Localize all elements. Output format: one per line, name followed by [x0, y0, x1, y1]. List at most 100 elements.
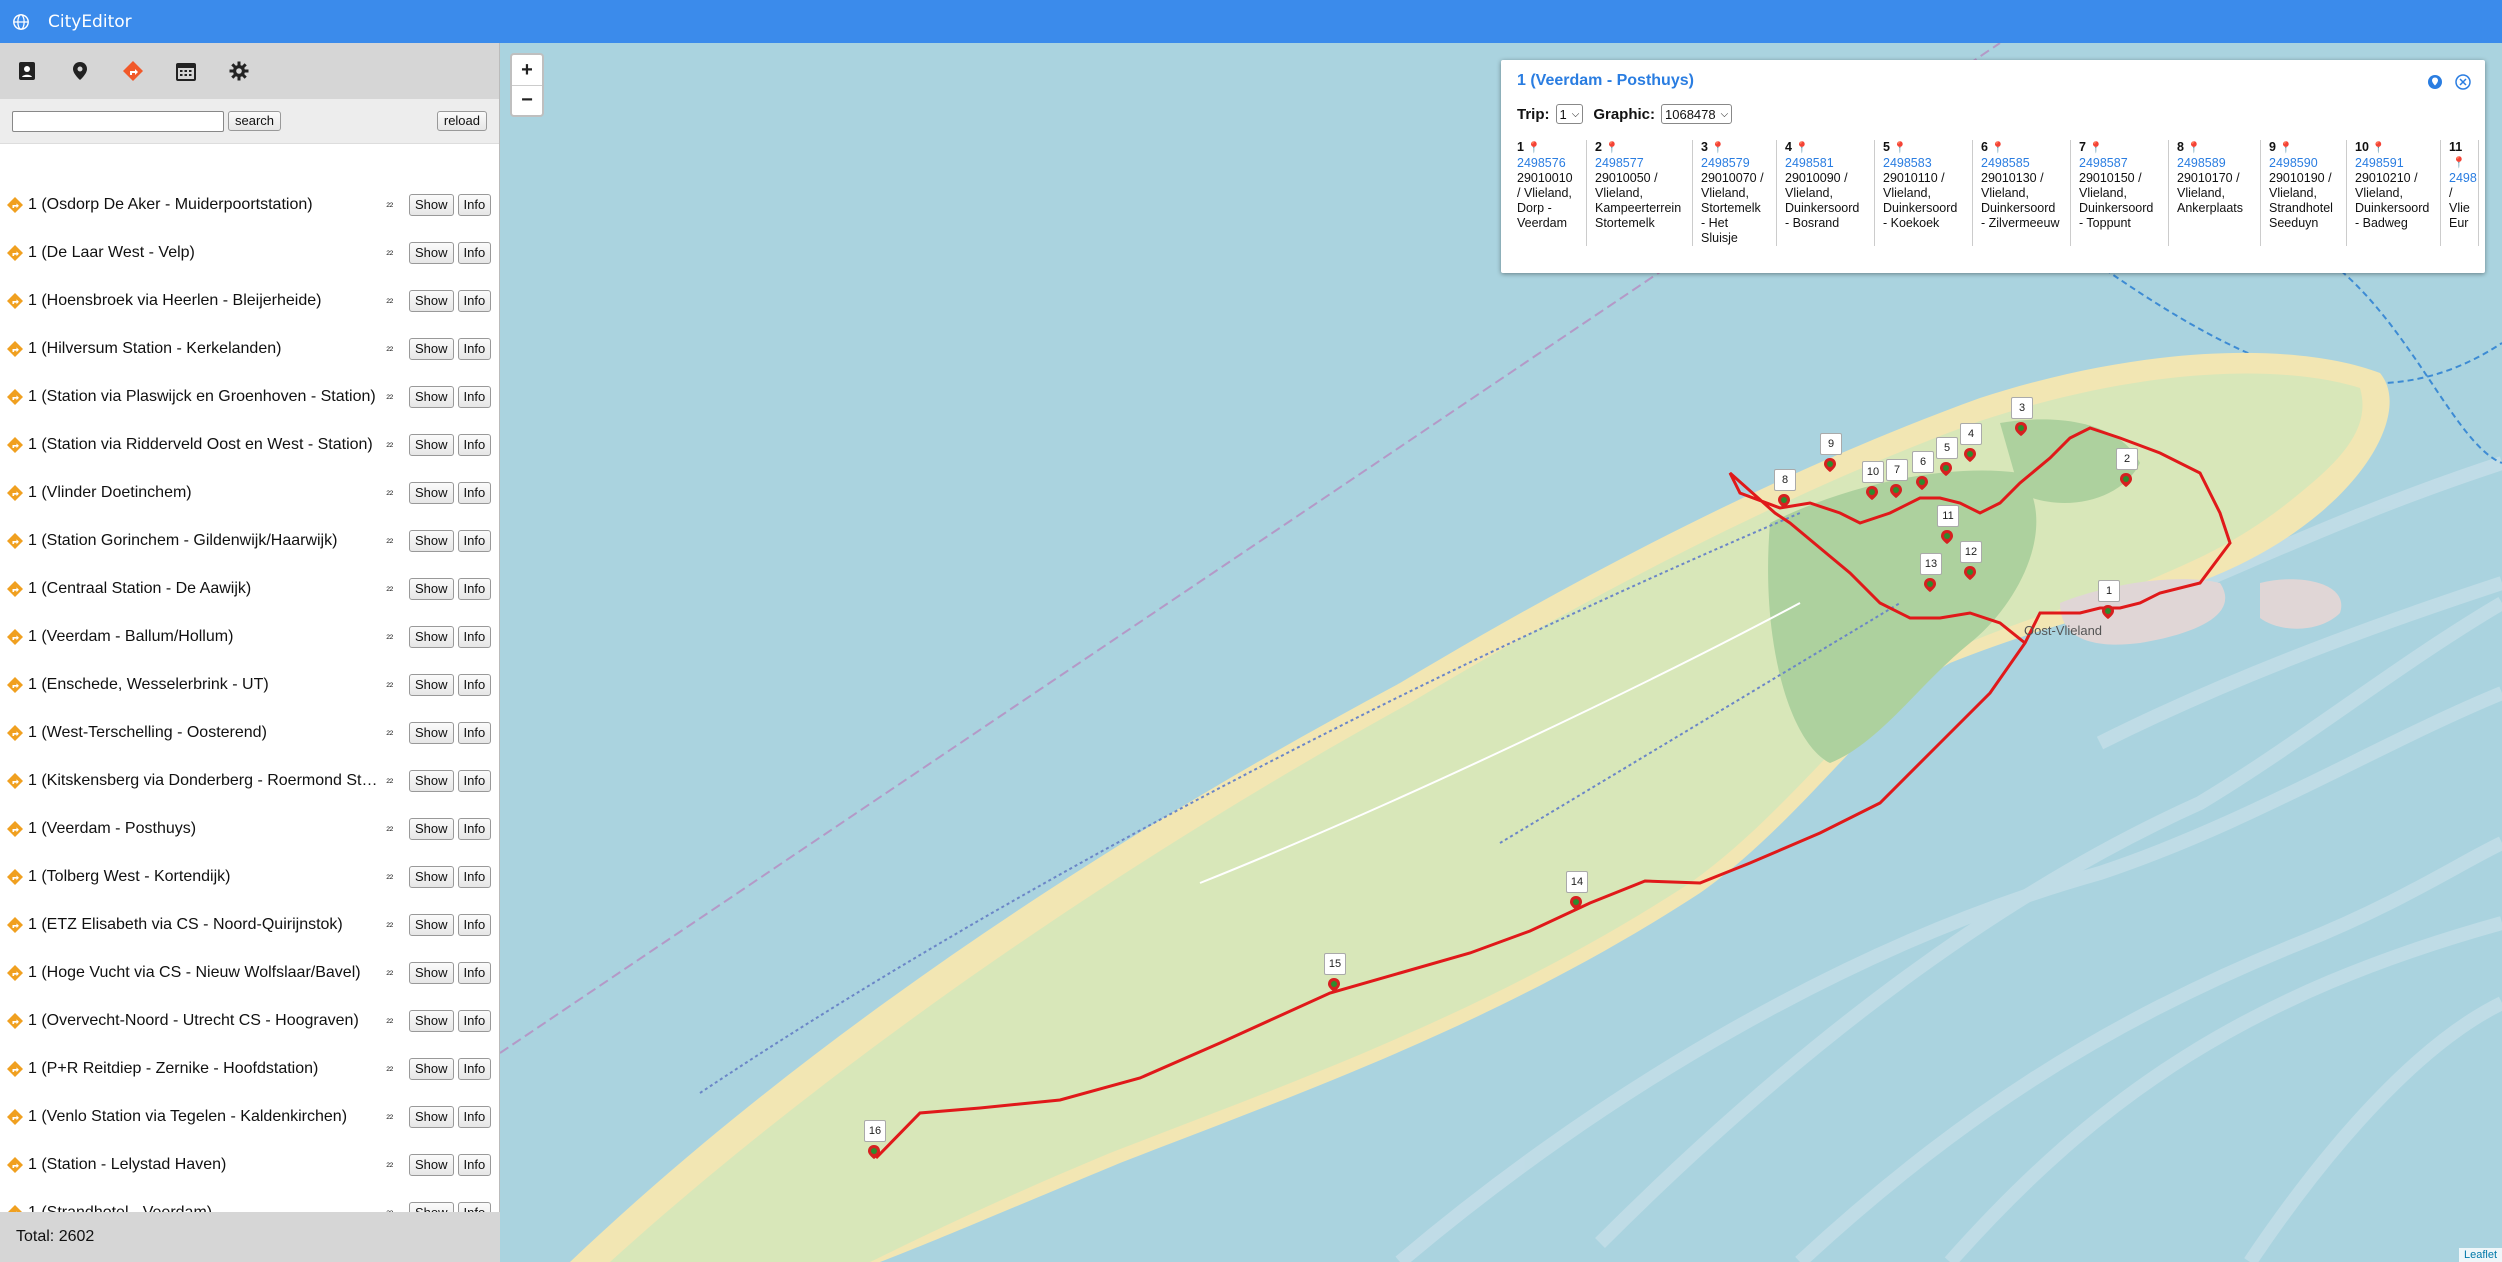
stop-pin-icon[interactable]: 📍 [2452, 157, 2466, 169]
info-button[interactable]: Info [457, 578, 492, 600]
show-button[interactable]: Show [409, 1058, 454, 1080]
show-button[interactable]: Show [409, 722, 454, 744]
reload-button[interactable]: reload [436, 111, 487, 131]
show-button[interactable]: Show [409, 674, 454, 696]
stop-pin-icon[interactable]: 📍 [2187, 142, 2201, 154]
stop-pin-icon[interactable]: 📍 [1711, 142, 1725, 154]
map-pin-icon[interactable] [2427, 74, 2443, 90]
close-icon[interactable] [2455, 74, 2471, 90]
stop-pin-icon[interactable]: 📍 [1527, 142, 1541, 154]
show-button[interactable]: Show [409, 434, 454, 456]
route-row[interactable]: 1 (Station via Plaswijck en Groenhoven -… [0, 373, 500, 421]
info-button[interactable]: Info [457, 434, 492, 456]
info-button[interactable]: Info [457, 818, 492, 840]
route-row[interactable]: 1 (Veerdam - Ballum/Hollum) ₂₂ Show Info [0, 613, 500, 661]
map-attribution[interactable]: Leaflet [2458, 1248, 2502, 1262]
show-button[interactable]: Show [409, 1010, 454, 1032]
info-button[interactable]: Info [457, 338, 492, 360]
info-button[interactable]: Info [457, 914, 492, 936]
show-button[interactable]: Show [409, 242, 454, 264]
info-button[interactable]: Info [457, 194, 492, 216]
info-button[interactable]: Info [457, 1010, 492, 1032]
info-button[interactable]: Info [457, 242, 492, 264]
stop-id-link[interactable]: 2498581 [1785, 156, 1866, 171]
route-row[interactable]: 1 (ETZ Elisabeth via CS - Noord-Quirijns… [0, 901, 500, 949]
route-row[interactable]: 1 (Kitskensberg via Donderberg - Roermon… [0, 757, 500, 805]
stop-pin-icon[interactable]: 📍 [2279, 142, 2293, 154]
info-button[interactable]: Info [457, 962, 492, 984]
show-button[interactable]: Show [409, 194, 454, 216]
show-button[interactable]: Show [409, 1106, 454, 1128]
stop-pin-icon[interactable]: 📍 [1893, 142, 1907, 154]
stop-pin-icon[interactable]: 📍 [2372, 142, 2386, 154]
info-button[interactable]: Info [457, 626, 492, 648]
route-row[interactable]: 1 (Station via Ridderveld Oost en West -… [0, 421, 500, 469]
stop-id-link[interactable]: 2498 [2449, 171, 2477, 186]
route-row[interactable]: 1 (Venlo Station via Tegelen - Kaldenkir… [0, 1093, 500, 1141]
route-icon[interactable] [120, 58, 146, 84]
info-button[interactable]: Info [457, 722, 492, 744]
route-row[interactable]: 1 (Overvecht-Noord - Utrecht CS - Hoogra… [0, 997, 500, 1045]
stop-id-link[interactable]: 2498591 [2355, 156, 2432, 171]
show-button[interactable]: Show [409, 386, 454, 408]
stop-id-link[interactable]: 2498577 [1595, 156, 1684, 171]
show-button[interactable]: Show [409, 530, 454, 552]
show-button[interactable]: Show [409, 578, 454, 600]
show-button[interactable]: Show [409, 1154, 454, 1176]
zoom-out-button[interactable]: − [512, 85, 542, 115]
info-button[interactable]: Info [457, 482, 492, 504]
info-button[interactable]: Info [457, 530, 492, 552]
info-button[interactable]: Info [457, 770, 492, 792]
info-button[interactable]: Info [457, 386, 492, 408]
stop-pin-icon[interactable]: 📍 [1991, 142, 2005, 154]
zoom-in-button[interactable]: + [512, 55, 542, 85]
show-button[interactable]: Show [409, 290, 454, 312]
graphic-select[interactable]: 1068478 ⌵ [1661, 104, 1733, 124]
show-button[interactable]: Show [409, 770, 454, 792]
info-button[interactable]: Info [457, 866, 492, 888]
route-row[interactable]: 1 (Vlinder Doetinchem) ₂₂ Show Info [0, 469, 500, 517]
stop-pin-icon[interactable]: 📍 [1605, 142, 1619, 154]
contacts-icon[interactable] [14, 58, 40, 84]
show-button[interactable]: Show [409, 914, 454, 936]
show-button[interactable]: Show [409, 818, 454, 840]
stop-id-link[interactable]: 2498585 [1981, 156, 2062, 171]
show-button[interactable]: Show [409, 866, 454, 888]
stop-pin-icon[interactable]: 📍 [1795, 142, 1809, 154]
stop-id-link[interactable]: 2498583 [1883, 156, 1964, 171]
route-row[interactable]: 1 (Hoge Vucht via CS - Nieuw Wolfslaar/B… [0, 949, 500, 997]
stop-pin-icon[interactable]: 📍 [2089, 142, 2103, 154]
route-row[interactable]: 1 (P+R Reitdiep - Zernike - Hoofdstation… [0, 1045, 500, 1093]
route-row[interactable]: 1 (Centraal Station - De Aawijk) ₂₂ Show In… [0, 565, 500, 613]
show-button[interactable]: Show [409, 482, 454, 504]
info-button[interactable]: Info [457, 1106, 492, 1128]
show-button[interactable]: Show [409, 962, 454, 984]
search-input[interactable] [12, 110, 224, 132]
route-row[interactable]: 1 (Osdorp De Aker - Muiderpoortstation) ₂… [0, 181, 500, 229]
calendar-icon[interactable] [173, 58, 199, 84]
info-button[interactable]: Info [457, 290, 492, 312]
stop-id-link[interactable]: 2498576 [1517, 156, 1578, 171]
show-button[interactable]: Show [409, 626, 454, 648]
location-pin-icon[interactable] [67, 58, 93, 84]
stop-id-link[interactable]: 2498589 [2177, 156, 2252, 171]
route-row[interactable]: 1 (West-Terschelling - Oosterend) ₂₂ Show I… [0, 709, 500, 757]
stop-id-link[interactable]: 2498590 [2269, 156, 2338, 171]
route-row[interactable]: 1 (Enschede, Wesselerbrink - UT) ₂₂ Show In… [0, 661, 500, 709]
stop-id-link[interactable]: 2498587 [2079, 156, 2160, 171]
info-button[interactable]: Info [457, 674, 492, 696]
show-button[interactable]: Show [409, 338, 454, 360]
route-row[interactable]: 1 (Tolberg West - Kortendijk) ₂₂ Show Info [0, 853, 500, 901]
route-row[interactable]: 1 (Station - Lelystad Haven) ₂₂ Show Info [0, 1141, 500, 1189]
info-button[interactable]: Info [457, 1154, 492, 1176]
route-row[interactable]: 1 (Veerdam - Posthuys) ₂₂ Show Info [0, 805, 500, 853]
settings-icon[interactable] [226, 58, 252, 84]
route-row[interactable]: 1 (Station Gorinchem - Gildenwijk/Haarwi… [0, 517, 500, 565]
route-row[interactable]: 1 (Hilversum Station - Kerkelanden) ₂₂ Sho… [0, 325, 500, 373]
info-button[interactable]: Info [457, 1058, 492, 1080]
stop-id-link[interactable]: 2498579 [1701, 156, 1768, 171]
route-row[interactable]: 1 (De Laar West - Velp) ₂₂ Show Info [0, 229, 500, 277]
trip-select[interactable]: 1 ⌵ [1555, 104, 1584, 124]
route-row[interactable]: 1 (Hoensbroek via Heerlen - Bleijerheide… [0, 277, 500, 325]
search-button[interactable]: search [228, 111, 282, 131]
